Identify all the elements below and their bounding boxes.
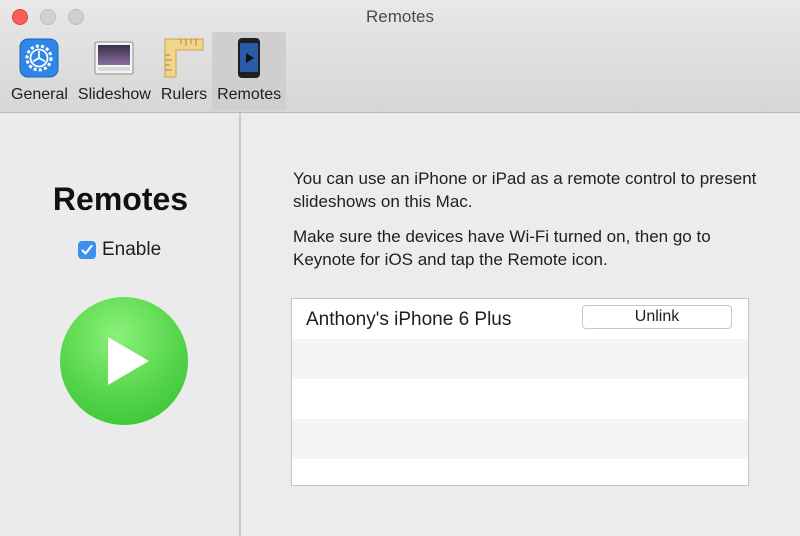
tab-label: Slideshow: [77, 86, 151, 103]
tab-slideshow[interactable]: Slideshow: [73, 32, 156, 110]
list-item: [292, 339, 748, 379]
tab-label: Rulers: [160, 86, 208, 103]
tab-rulers[interactable]: Rulers: [156, 32, 212, 110]
device-name: Anthony's iPhone 6 Plus: [306, 309, 512, 330]
enable-row: Enable: [78, 239, 161, 261]
remotes-right-pane: You can use an iPhone or iPad as a remot…: [243, 113, 800, 536]
description-text: You can use an iPhone or iPad as a remot…: [293, 169, 757, 211]
preferences-window: Remotes General Slideshow Rulers Remotes…: [0, 0, 800, 536]
instructions-text: Make sure the devices have Wi-Fi turned …: [293, 227, 711, 269]
tab-general[interactable]: General: [6, 32, 73, 110]
window-title: Remotes: [365, 7, 435, 26]
play-button[interactable]: [60, 297, 188, 425]
page-title: Remotes: [52, 181, 189, 217]
list-item: Anthony's iPhone 6 Plus Unlink: [292, 299, 748, 339]
list-item: [292, 379, 748, 419]
device-list: Anthony's iPhone 6 Plus Unlink: [291, 298, 749, 486]
title-bar: Remotes General Slideshow Rulers Remotes: [0, 0, 800, 113]
ruler-icon: [162, 36, 206, 80]
list-item: [292, 459, 748, 485]
preferences-toolbar: General Slideshow Rulers Remotes: [6, 32, 287, 110]
unlink-button[interactable]: Unlink: [582, 305, 732, 329]
tab-label: Remotes: [217, 86, 282, 103]
enable-label: Enable: [102, 239, 162, 260]
list-item: [292, 419, 748, 459]
tab-remotes[interactable]: Remotes: [212, 32, 287, 110]
slideshow-icon: [92, 36, 136, 80]
enable-checkbox[interactable]: [78, 241, 96, 259]
remotes-left-pane: Remotes Enable: [0, 113, 241, 536]
checkmark-icon: [81, 244, 93, 255]
iphone-remote-icon: [227, 36, 271, 80]
gear-icon: [17, 36, 61, 80]
tab-label: General: [11, 86, 68, 103]
play-icon: [108, 337, 149, 385]
